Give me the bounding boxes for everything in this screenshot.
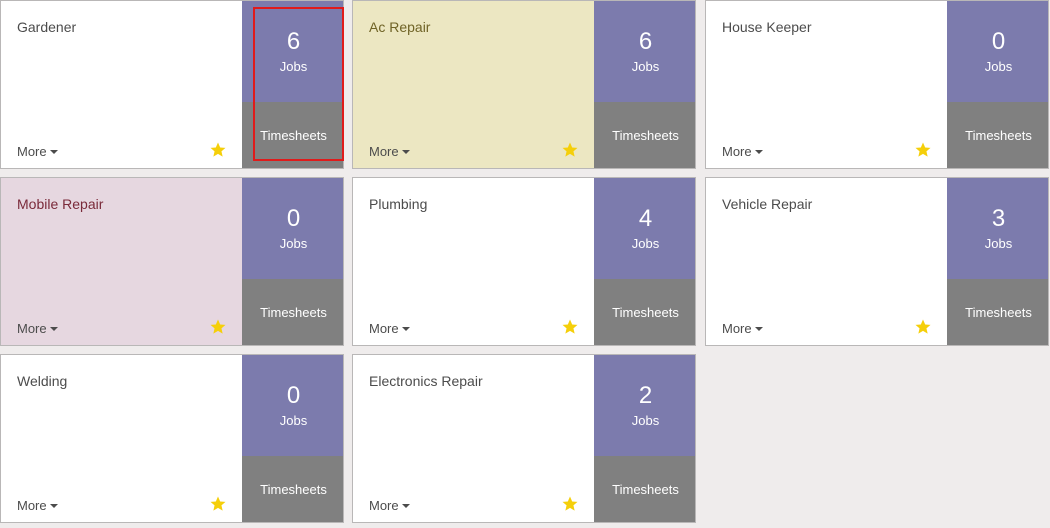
more-dropdown[interactable]: More (17, 321, 58, 336)
timesheets-button[interactable]: Timesheets (947, 102, 1048, 168)
jobs-button[interactable]: 2 Jobs (594, 355, 695, 456)
jobs-label: Jobs (631, 59, 660, 74)
jobs-count: 4 (638, 205, 653, 232)
card-title: Gardener (17, 19, 77, 35)
jobs-count: 3 (991, 205, 1006, 232)
star-icon[interactable] (561, 318, 579, 336)
jobs-button[interactable]: 6 Jobs (594, 1, 695, 102)
star-icon[interactable] (209, 495, 227, 513)
more-dropdown[interactable]: More (369, 144, 410, 159)
card-title: Vehicle Repair (722, 196, 813, 212)
card-title: Ac Repair (369, 19, 431, 35)
jobs-label: Jobs (984, 236, 1013, 251)
jobs-button[interactable]: 6 Jobs (242, 1, 343, 102)
more-label: More (369, 144, 399, 159)
card-main: Ac Repair More (353, 1, 594, 168)
more-label: More (17, 321, 47, 336)
card-main: Gardener More (1, 1, 242, 168)
timesheets-button[interactable]: Timesheets (242, 456, 343, 522)
caret-down-icon (401, 149, 410, 154)
star-icon[interactable] (561, 141, 579, 159)
caret-down-icon (401, 326, 410, 331)
card-main: Vehicle Repair More (706, 178, 947, 345)
project-card-plumbing: Plumbing More 4 Jobs Timesheets (352, 177, 696, 346)
more-dropdown[interactable]: More (369, 321, 410, 336)
more-label: More (369, 498, 399, 513)
project-card-house-keeper: House Keeper More 0 Jobs Timesheets (705, 0, 1049, 169)
caret-down-icon (754, 149, 763, 154)
more-label: More (17, 498, 47, 513)
project-card-ac-repair: Ac Repair More 6 Jobs Timesheets (352, 0, 696, 169)
timesheets-button[interactable]: Timesheets (947, 279, 1048, 345)
card-main: Electronics Repair More (353, 355, 594, 522)
jobs-button[interactable]: 3 Jobs (947, 178, 1048, 279)
more-dropdown[interactable]: More (722, 144, 763, 159)
more-dropdown[interactable]: More (722, 321, 763, 336)
jobs-button[interactable]: 0 Jobs (242, 178, 343, 279)
project-card-gardener: Gardener More 6 Jobs Timesheets (0, 0, 344, 169)
jobs-button[interactable]: 4 Jobs (594, 178, 695, 279)
more-label: More (369, 321, 399, 336)
card-title: House Keeper (722, 19, 812, 35)
caret-down-icon (49, 149, 58, 154)
card-title: Mobile Repair (17, 196, 104, 212)
caret-down-icon (401, 503, 410, 508)
jobs-count: 0 (286, 382, 301, 409)
timesheets-button[interactable]: Timesheets (594, 456, 695, 522)
more-label: More (722, 144, 752, 159)
timesheets-button[interactable]: Timesheets (594, 279, 695, 345)
jobs-label: Jobs (631, 413, 660, 428)
star-icon[interactable] (914, 141, 932, 159)
star-icon[interactable] (209, 141, 227, 159)
jobs-count: 6 (638, 28, 653, 55)
caret-down-icon (49, 503, 58, 508)
card-title: Plumbing (369, 196, 428, 212)
jobs-label: Jobs (984, 59, 1013, 74)
project-card-mobile-repair: Mobile Repair More 0 Jobs Timesheets (0, 177, 344, 346)
card-main: Plumbing More (353, 178, 594, 345)
project-card-electronics-repair: Electronics Repair More 2 Jobs Timesheet… (352, 354, 696, 523)
more-label: More (722, 321, 752, 336)
jobs-count: 2 (638, 382, 653, 409)
star-icon[interactable] (209, 318, 227, 336)
more-dropdown[interactable]: More (17, 498, 58, 513)
jobs-label: Jobs (279, 236, 308, 251)
timesheets-button[interactable]: Timesheets (242, 102, 343, 168)
jobs-count: 0 (991, 28, 1006, 55)
card-main: Welding More (1, 355, 242, 522)
timesheets-button[interactable]: Timesheets (242, 279, 343, 345)
jobs-count: 6 (286, 28, 301, 55)
more-label: More (17, 144, 47, 159)
jobs-button[interactable]: 0 Jobs (242, 355, 343, 456)
star-icon[interactable] (561, 495, 579, 513)
jobs-button[interactable]: 0 Jobs (947, 1, 1048, 102)
project-card-welding: Welding More 0 Jobs Timesheets (0, 354, 344, 523)
more-dropdown[interactable]: More (17, 144, 58, 159)
card-main: Mobile Repair More (1, 178, 242, 345)
star-icon[interactable] (914, 318, 932, 336)
more-dropdown[interactable]: More (369, 498, 410, 513)
jobs-label: Jobs (279, 59, 308, 74)
jobs-label: Jobs (279, 413, 308, 428)
caret-down-icon (754, 326, 763, 331)
card-title: Electronics Repair (369, 373, 483, 389)
caret-down-icon (49, 326, 58, 331)
jobs-count: 0 (286, 205, 301, 232)
card-main: House Keeper More (706, 1, 947, 168)
jobs-label: Jobs (631, 236, 660, 251)
timesheets-button[interactable]: Timesheets (594, 102, 695, 168)
project-card-vehicle-repair: Vehicle Repair More 3 Jobs Timesheets (705, 177, 1049, 346)
card-title: Welding (17, 373, 68, 389)
